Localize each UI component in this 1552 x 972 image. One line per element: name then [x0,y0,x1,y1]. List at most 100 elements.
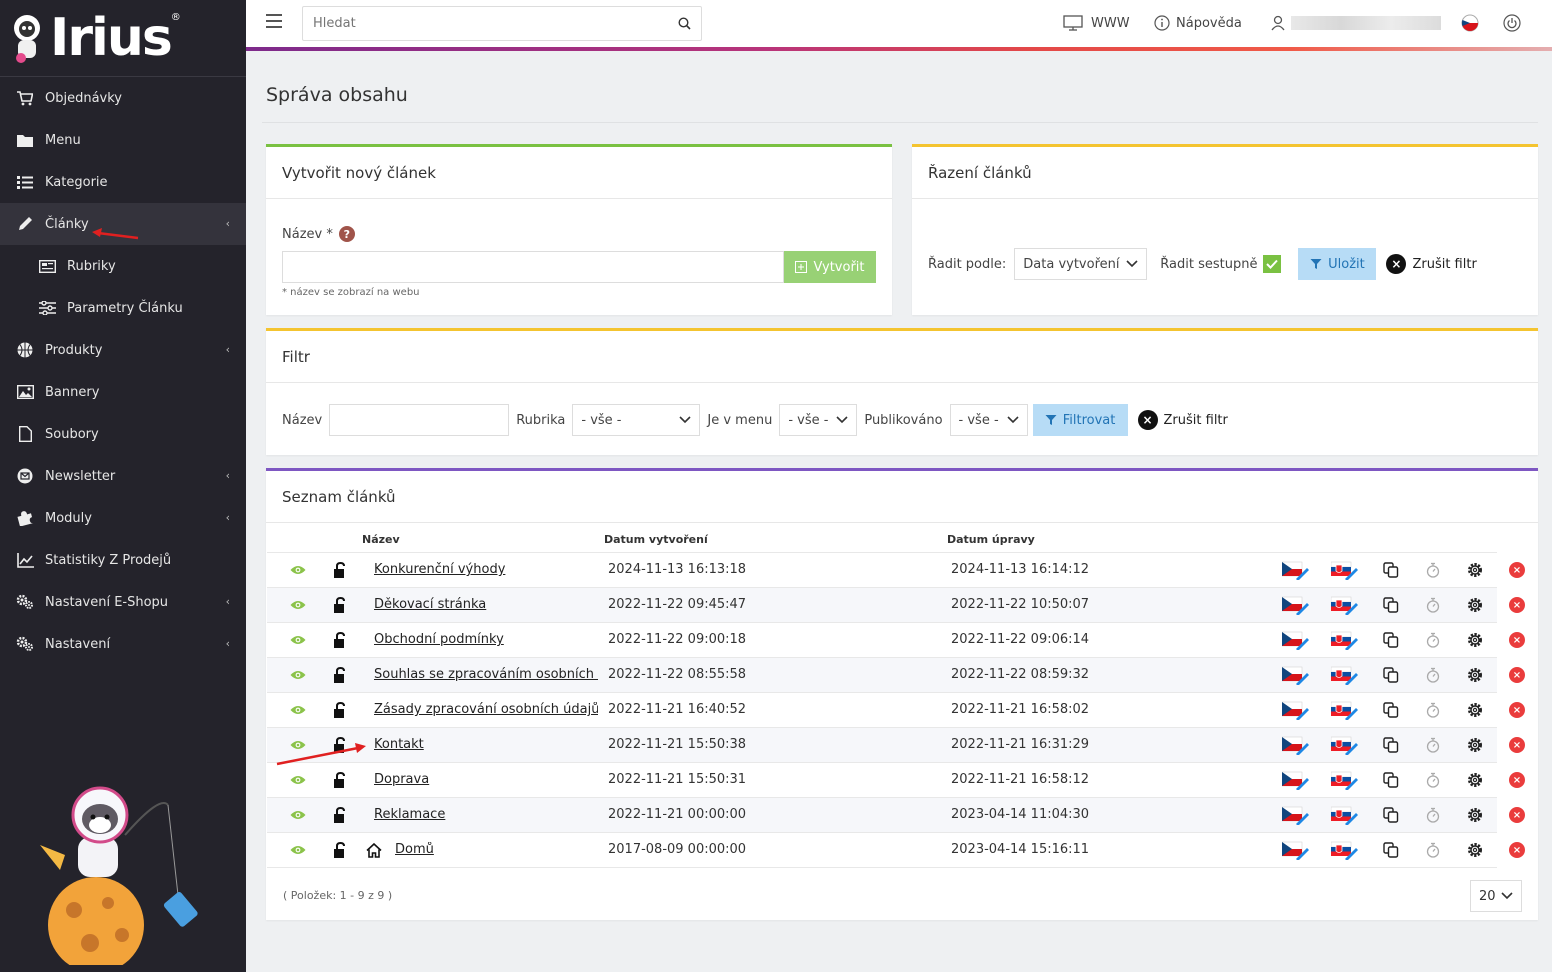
page-size-select[interactable]: 20 [1470,880,1522,912]
edit-sk-flag-icon[interactable] [1330,806,1360,825]
filter-name-input[interactable] [329,404,510,436]
edit-cz-flag-icon[interactable] [1281,596,1311,615]
visibility-eye-icon[interactable] [288,771,308,789]
delete-icon[interactable]: × [1507,841,1527,859]
help-icon[interactable]: ? [338,226,355,242]
sidebar-item-newsletter[interactable]: Newsletter ‹ [0,455,246,497]
filter-rubrika-select[interactable]: - vše - [572,404,701,436]
filter-button[interactable]: Filtrovat [1032,404,1128,436]
gear-icon[interactable] [1465,666,1485,684]
lock-icon[interactable] [330,736,350,754]
edit-sk-flag-icon[interactable] [1330,736,1360,755]
edit-cz-flag-icon[interactable] [1281,771,1311,790]
article-name-input[interactable] [282,251,784,283]
lock-icon[interactable] [330,561,350,579]
gear-icon[interactable] [1465,561,1485,579]
delete-icon[interactable]: × [1507,666,1527,684]
help-link[interactable]: Nápověda [1154,15,1242,31]
delete-icon[interactable]: × [1507,701,1527,719]
gear-icon[interactable] [1465,631,1485,649]
delete-icon[interactable]: × [1507,806,1527,824]
edit-sk-flag-icon[interactable] [1330,771,1360,790]
copy-icon[interactable] [1381,771,1401,789]
edit-sk-flag-icon[interactable] [1330,596,1360,615]
copy-icon[interactable] [1381,736,1401,754]
power-icon[interactable] [1503,14,1521,36]
edit-cz-flag-icon[interactable] [1281,666,1311,685]
search-input[interactable] [303,16,667,31]
timer-icon[interactable] [1423,841,1443,859]
sidebar-item-rubriky[interactable]: Rubriky [0,245,246,287]
article-name-link[interactable]: Obchodní podmínky [374,632,504,647]
sidebar-item-menu[interactable]: Menu [0,119,246,161]
lock-icon[interactable] [330,701,350,719]
user-menu[interactable] [1271,15,1441,31]
visibility-eye-icon[interactable] [288,631,308,649]
delete-icon[interactable]: × [1507,736,1527,754]
visibility-eye-icon[interactable] [288,841,308,859]
edit-sk-flag-icon[interactable] [1330,666,1360,685]
delete-icon[interactable]: × [1507,631,1527,649]
sort-desc-checkbox[interactable] [1263,255,1282,273]
timer-icon[interactable] [1423,701,1443,719]
sidebar-item--l-nky[interactable]: Články ‹ [0,203,246,245]
delete-icon[interactable]: × [1507,561,1527,579]
filter-published-select[interactable]: - vše - [949,404,1028,436]
edit-sk-flag-icon[interactable] [1330,631,1360,650]
sidebar-item-statistiky-z-prodej-[interactable]: Statistiky Z Prodejů [0,539,246,581]
sidebar-item-moduly[interactable]: Moduly ‹ [0,497,246,539]
gear-icon[interactable] [1465,736,1485,754]
edit-cz-flag-icon[interactable] [1281,701,1311,720]
sidebar-item-kategorie[interactable]: Kategorie [0,161,246,203]
edit-cz-flag-icon[interactable] [1281,736,1311,755]
edit-cz-flag-icon[interactable] [1281,806,1311,825]
logo[interactable]: Irius ® [0,0,246,76]
lock-icon[interactable] [330,666,350,684]
edit-cz-flag-icon[interactable] [1281,841,1311,860]
article-name-link[interactable]: Domů [395,842,434,857]
timer-icon[interactable] [1423,806,1443,824]
gear-icon[interactable] [1465,596,1485,614]
lock-icon[interactable] [330,806,350,824]
timer-icon[interactable] [1423,736,1443,754]
lock-icon[interactable] [330,596,350,614]
visibility-eye-icon[interactable] [288,561,308,579]
visibility-eye-icon[interactable] [288,806,308,824]
article-name-link[interactable]: Zásady zpracování osobních údajů [374,702,598,717]
sidebar-item-nastaven-[interactable]: Nastavení ‹ [0,623,246,665]
timer-icon[interactable] [1423,666,1443,684]
copy-icon[interactable] [1381,631,1401,649]
sidebar-item-produkty[interactable]: Produkty ‹ [0,329,246,371]
column-header-created[interactable]: Datum vytvoření [604,533,708,546]
sidebar-item-objedn-vky[interactable]: Objednávky [0,77,246,119]
article-name-link[interactable]: Kontakt [374,737,424,752]
sidebar-item-nastaven-e-shopu[interactable]: Nastavení E-Shopu ‹ [0,581,246,623]
edit-sk-flag-icon[interactable] [1330,561,1360,580]
timer-icon[interactable] [1423,596,1443,614]
edit-cz-flag-icon[interactable] [1281,631,1311,650]
create-button[interactable]: Vytvořit [784,251,876,283]
filter-cancel[interactable]: × Zrušit filtr [1137,410,1228,430]
gear-icon[interactable] [1465,701,1485,719]
delete-icon[interactable]: × [1507,771,1527,789]
search-icon[interactable] [667,17,701,30]
sidebar-item-bannery[interactable]: Bannery [0,371,246,413]
lock-icon[interactable] [330,771,350,789]
language-flag-icon[interactable] [1461,14,1479,36]
copy-icon[interactable] [1381,806,1401,824]
copy-icon[interactable] [1381,596,1401,614]
timer-icon[interactable] [1423,561,1443,579]
visibility-eye-icon[interactable] [288,666,308,684]
column-header-name[interactable]: Název [362,533,400,546]
timer-icon[interactable] [1423,631,1443,649]
sort-cancel-filter[interactable]: × Zrušit filtr [1386,254,1477,274]
article-name-link[interactable]: Děkovací stránka [374,597,486,612]
article-name-link[interactable]: Souhlas se zpracováním osobních údajů [374,667,598,682]
visibility-eye-icon[interactable] [288,596,308,614]
lock-icon[interactable] [330,631,350,649]
visibility-eye-icon[interactable] [288,736,308,754]
delete-icon[interactable]: × [1507,596,1527,614]
gear-icon[interactable] [1465,841,1485,859]
article-name-link[interactable]: Konkurenční výhody [374,562,505,577]
save-sort-button[interactable]: Uložit [1298,248,1377,280]
